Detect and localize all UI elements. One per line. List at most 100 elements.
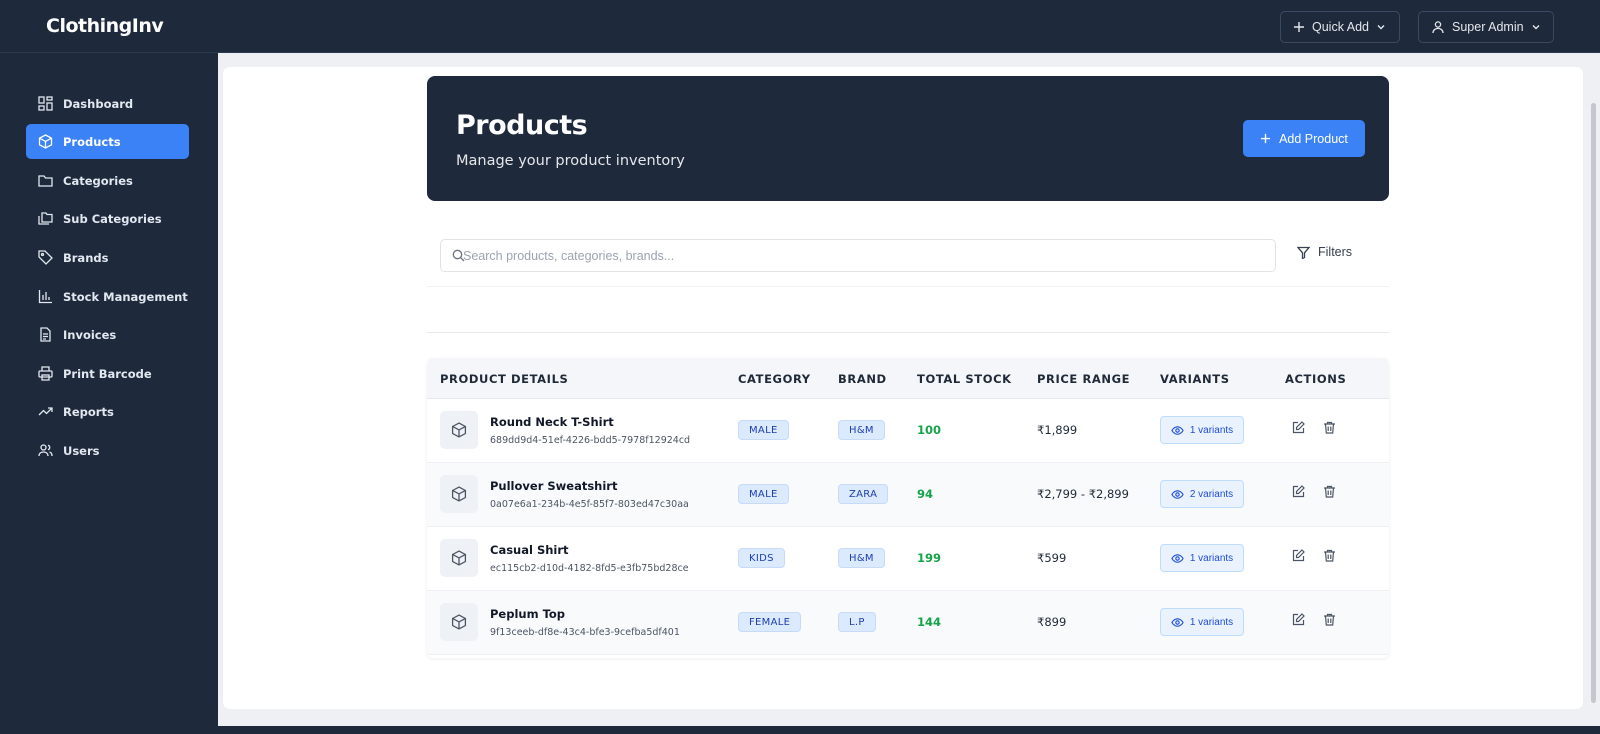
divider xyxy=(427,332,1389,333)
price-range: ₹599 xyxy=(1037,551,1067,565)
box-icon xyxy=(451,614,467,630)
add-product-button[interactable]: Add Product xyxy=(1243,120,1365,157)
users-icon xyxy=(38,444,53,457)
trash-icon[interactable] xyxy=(1323,613,1336,626)
bar-chart-icon xyxy=(38,290,52,304)
price-range: ₹899 xyxy=(1037,615,1067,629)
product-name: Casual Shirt xyxy=(490,543,569,557)
total-stock: 199 xyxy=(917,551,942,565)
column-header-category: CATEGORY xyxy=(738,372,811,386)
trash-icon[interactable] xyxy=(1323,421,1336,434)
product-id: 0a07e6a1-234b-4e5f-85f7-803ed47c30aa xyxy=(490,499,689,510)
plus-icon xyxy=(1294,22,1304,32)
sidebar-item-label: Dashboard xyxy=(63,96,134,111)
page-header: Products Manage your product inventory A… xyxy=(427,76,1389,201)
sidebar-item-label: Sub Categories xyxy=(63,211,162,226)
column-header-variants: VARIANTS xyxy=(1160,372,1230,386)
sidebar-item-label: Categories xyxy=(63,173,133,188)
column-header-price-range: PRICE RANGE xyxy=(1037,372,1131,386)
edit-icon[interactable] xyxy=(1292,549,1305,562)
sidebar-item-sub-categories[interactable]: Sub Categories xyxy=(26,201,189,236)
filter-icon xyxy=(1297,246,1310,259)
quick-add-label: Quick Add xyxy=(1312,20,1369,34)
table-row: Casual Shirt ec115cb2-d10d-4182-8fd5-e3f… xyxy=(427,527,1389,591)
folder-icon xyxy=(38,175,53,187)
box-icon xyxy=(451,486,467,502)
brand-badge: L.P xyxy=(838,612,876,632)
product-id: ec115cb2-d10d-4182-8fd5-e3fb75bd28ce xyxy=(490,563,689,574)
variants-button[interactable]: 1 variants xyxy=(1160,416,1244,444)
product-name: Round Neck T-Shirt xyxy=(490,415,614,429)
total-stock: 144 xyxy=(917,615,942,629)
sidebar-item-label: Reports xyxy=(63,404,114,419)
column-header-total-stock: TOTAL STOCK xyxy=(917,372,1012,386)
table-row: Pullover Sweatshirt 0a07e6a1-234b-4e5f-8… xyxy=(427,463,1389,527)
variants-button[interactable]: 1 variants xyxy=(1160,608,1244,636)
sidebar: Dashboard Products Categories Sub Catego… xyxy=(0,53,218,726)
search-icon xyxy=(452,249,465,262)
box-icon xyxy=(451,422,467,438)
main-content: Products Manage your product inventory A… xyxy=(218,53,1600,726)
product-thumbnail xyxy=(440,475,478,513)
chevron-down-icon xyxy=(1532,25,1540,30)
edit-icon[interactable] xyxy=(1292,485,1305,498)
product-thumbnail xyxy=(440,603,478,641)
sidebar-item-users[interactable]: Users xyxy=(26,433,189,468)
variants-button[interactable]: 1 variants xyxy=(1160,544,1244,572)
product-id: 689dd9d4-51ef-4226-bdd5-7978f12924cd xyxy=(490,435,691,446)
product-id: 9f13ceeb-df8e-43c4-bfe3-9cefba5df401 xyxy=(490,627,680,638)
printer-icon xyxy=(38,366,53,381)
filters-button[interactable]: Filters xyxy=(1297,245,1352,259)
edit-icon[interactable] xyxy=(1292,421,1305,434)
product-thumbnail xyxy=(440,411,478,449)
sidebar-item-categories[interactable]: Categories xyxy=(26,163,189,198)
sidebar-item-reports[interactable]: Reports xyxy=(26,394,189,429)
category-badge: MALE xyxy=(738,420,789,440)
quick-add-button[interactable]: Quick Add xyxy=(1280,11,1400,43)
eye-icon xyxy=(1171,553,1184,563)
product-name: Pullover Sweatshirt xyxy=(490,479,618,493)
sidebar-item-label: Invoices xyxy=(63,327,117,342)
app-logo[interactable]: ClothingInv xyxy=(46,15,164,37)
sidebar-item-stock-management[interactable]: Stock Management xyxy=(26,279,189,314)
column-header-brand: BRAND xyxy=(838,372,887,386)
price-range: ₹1,899 xyxy=(1037,423,1078,437)
variants-label: 1 variants xyxy=(1189,424,1234,436)
scrollbar[interactable] xyxy=(1589,73,1598,708)
price-range: ₹2,799 - ₹2,899 xyxy=(1037,487,1129,501)
search-bar: Filters xyxy=(427,227,1389,287)
sidebar-item-dashboard[interactable]: Dashboard xyxy=(26,86,189,121)
page-subtitle: Manage your product inventory xyxy=(456,153,685,169)
top-bar: ClothingInv Quick Add Super Admin xyxy=(0,0,1600,53)
file-icon xyxy=(40,327,51,342)
variants-label: 1 variants xyxy=(1189,552,1234,564)
total-stock: 94 xyxy=(917,487,934,501)
plus-icon xyxy=(1261,133,1271,144)
sidebar-item-brands[interactable]: Brands xyxy=(26,240,189,275)
dashboard-icon xyxy=(38,96,53,111)
sidebar-item-invoices[interactable]: Invoices xyxy=(26,317,189,352)
user-menu-button[interactable]: Super Admin xyxy=(1418,11,1554,43)
eye-icon xyxy=(1171,425,1184,435)
filters-label: Filters xyxy=(1318,245,1353,259)
content-panel: Products Manage your product inventory A… xyxy=(223,67,1583,709)
tag-icon xyxy=(38,250,53,265)
products-table: PRODUCT DETAILS CATEGORY BRAND TOTAL STO… xyxy=(427,358,1389,658)
brand-badge: H&M xyxy=(838,420,885,440)
sidebar-item-products[interactable]: Products xyxy=(26,124,189,159)
product-thumbnail xyxy=(440,539,478,577)
user-name: Super Admin xyxy=(1452,20,1524,34)
folders-icon xyxy=(38,212,53,225)
search-input[interactable] xyxy=(440,239,1276,272)
sidebar-item-print-barcode[interactable]: Print Barcode xyxy=(26,356,189,391)
variants-button[interactable]: 2 variants xyxy=(1160,480,1244,508)
scrollbar-thumb[interactable] xyxy=(1591,103,1596,703)
edit-icon[interactable] xyxy=(1292,613,1305,626)
brand-badge: ZARA xyxy=(838,484,889,504)
table-row: Peplum Top 9f13ceeb-df8e-43c4-bfe3-9cefb… xyxy=(427,591,1389,655)
category-badge: KIDS xyxy=(738,548,785,568)
column-header-actions: ACTIONS xyxy=(1285,372,1347,386)
trash-icon[interactable] xyxy=(1323,485,1336,498)
trash-icon[interactable] xyxy=(1323,549,1336,562)
product-name: Peplum Top xyxy=(490,607,566,621)
